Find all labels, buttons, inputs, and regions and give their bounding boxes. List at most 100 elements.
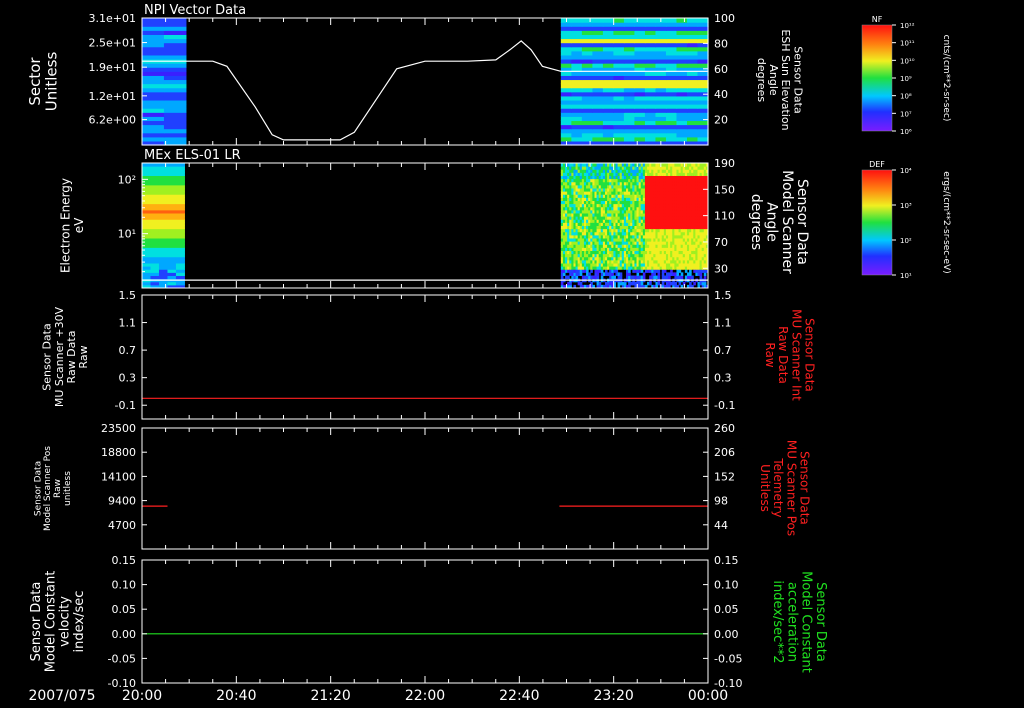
- spectrogram-cell: [636, 272, 640, 276]
- heatmap-cell: [560, 128, 572, 134]
- heatmap-cell: [686, 34, 699, 40]
- heatmap-cell: [655, 124, 667, 130]
- heatmap-cell: [676, 136, 688, 142]
- heatmap-cell: [602, 46, 614, 52]
- heatmap-cell: [142, 136, 165, 142]
- spectrogram-cell: [150, 163, 160, 167]
- spectrogram-cell: [596, 272, 600, 276]
- heatmap-cell: [697, 46, 709, 52]
- spectrogram-cell: [158, 188, 168, 192]
- x-tick-label: 22:40: [499, 688, 539, 704]
- heatmap-cell: [644, 58, 657, 64]
- heatmap-cell: [560, 136, 572, 142]
- heatmap-cell: [655, 83, 667, 89]
- y-axis-label: eV: [72, 217, 86, 233]
- heatmap-cell: [655, 54, 667, 60]
- heatmap-cell: [655, 95, 667, 101]
- heatmap-cell: [686, 124, 699, 130]
- y-tick-label: 4700: [108, 519, 136, 532]
- heatmap-cell: [665, 87, 678, 93]
- y-tick-label: 0.10: [112, 579, 137, 592]
- heatmap-cell: [634, 58, 646, 64]
- heatmap-cell: [644, 87, 657, 93]
- spectrogram-cell: [158, 259, 168, 264]
- spectrogram-cell: [158, 241, 168, 245]
- spectrogram-cell: [158, 247, 168, 251]
- spectrogram-cell: [175, 163, 185, 167]
- heatmap-cell: [560, 58, 572, 64]
- heatmap-cell: [665, 38, 678, 44]
- y-tick-label-right: 110: [714, 210, 735, 223]
- spectrogram-cell: [142, 269, 151, 273]
- spectrogram-cell: [167, 250, 177, 255]
- spectrogram-cell: [158, 250, 168, 255]
- y-axis-label-right: Raw: [763, 342, 777, 367]
- heatmap-cell: [602, 71, 614, 76]
- heatmap-cell: [665, 95, 678, 101]
- heatmap-cell: [142, 71, 165, 76]
- heatmap-cell: [686, 116, 699, 122]
- spectrogram-cell: [158, 225, 168, 230]
- spectrogram-cell: [663, 269, 667, 273]
- heatmap-cell: [644, 63, 657, 68]
- y-tick-label-right: 152: [714, 470, 735, 483]
- spectrogram-cell: [560, 275, 564, 280]
- y-tick-label: 0.7: [119, 344, 137, 357]
- y-axis-label-right: MU Scanner Pos: [784, 440, 798, 536]
- heatmap-cell: [560, 34, 572, 40]
- spectrogram-cell: [142, 272, 151, 276]
- heatmap-cell: [142, 30, 165, 35]
- spectrogram-cell: [158, 213, 168, 217]
- spectrogram-cell: [175, 213, 185, 217]
- heatmap-cell: [655, 104, 667, 109]
- spectrogram-cell: [158, 216, 168, 220]
- spectrogram-cell: [167, 238, 177, 242]
- heatmap-cell: [592, 26, 604, 31]
- y-axis-label-right: Raw Data: [776, 326, 790, 384]
- heatmap-cell: [676, 112, 688, 117]
- heatmap-cell: [560, 116, 572, 122]
- heatmap-cell: [676, 75, 688, 81]
- y-tick-label: 0.00: [112, 628, 137, 641]
- heatmap-cell: [634, 99, 646, 105]
- spectrogram-cell: [167, 275, 177, 280]
- heatmap-cell: [581, 71, 593, 76]
- heatmap-cell: [623, 95, 636, 101]
- spectrogram-cell: [175, 200, 185, 205]
- y-axis-label: unitless: [63, 471, 73, 506]
- heatmap-cell: [644, 99, 657, 105]
- heatmap-cell: [613, 136, 625, 142]
- heatmap-cell: [592, 132, 604, 138]
- heatmap-cell: [571, 136, 583, 142]
- heatmap-cell: [560, 50, 572, 56]
- spectrogram-cell: [167, 263, 177, 267]
- heatmap-cell: [655, 116, 667, 122]
- spectrogram-cell: [167, 197, 177, 201]
- spectrogram-cell: [175, 269, 185, 273]
- heatmap-cell: [676, 79, 688, 85]
- y-tick-label-right: 70: [714, 236, 728, 249]
- spectrogram-cell: [150, 238, 160, 242]
- spectrogram-cell: [693, 281, 696, 286]
- heatmap-cell: [697, 120, 709, 126]
- heatmap-cell: [697, 108, 709, 113]
- heatmap-cell: [602, 128, 614, 134]
- spectrogram-cell: [604, 269, 608, 273]
- spectrogram-cell: [150, 225, 160, 230]
- spectrogram-cell: [167, 272, 177, 276]
- y-tick-label-right: 20: [714, 114, 728, 127]
- heatmap-cell: [644, 112, 657, 117]
- spectrogram-cell: [175, 172, 185, 176]
- heatmap-cell: [644, 108, 657, 113]
- heatmap-cell: [602, 136, 614, 142]
- spectrogram-cell: [680, 272, 684, 276]
- heatmap-cell: [571, 83, 583, 89]
- heatmap-cell: [142, 46, 165, 52]
- heatmap-cell: [592, 42, 604, 48]
- heatmap-cell: [142, 83, 165, 89]
- heatmap-cell: [602, 58, 614, 64]
- spectrogram-cell: [175, 281, 185, 286]
- y-axis-label-right: index/sec**2: [770, 580, 785, 663]
- heatmap-cell: [665, 83, 678, 89]
- spectrogram-cell: [142, 250, 151, 255]
